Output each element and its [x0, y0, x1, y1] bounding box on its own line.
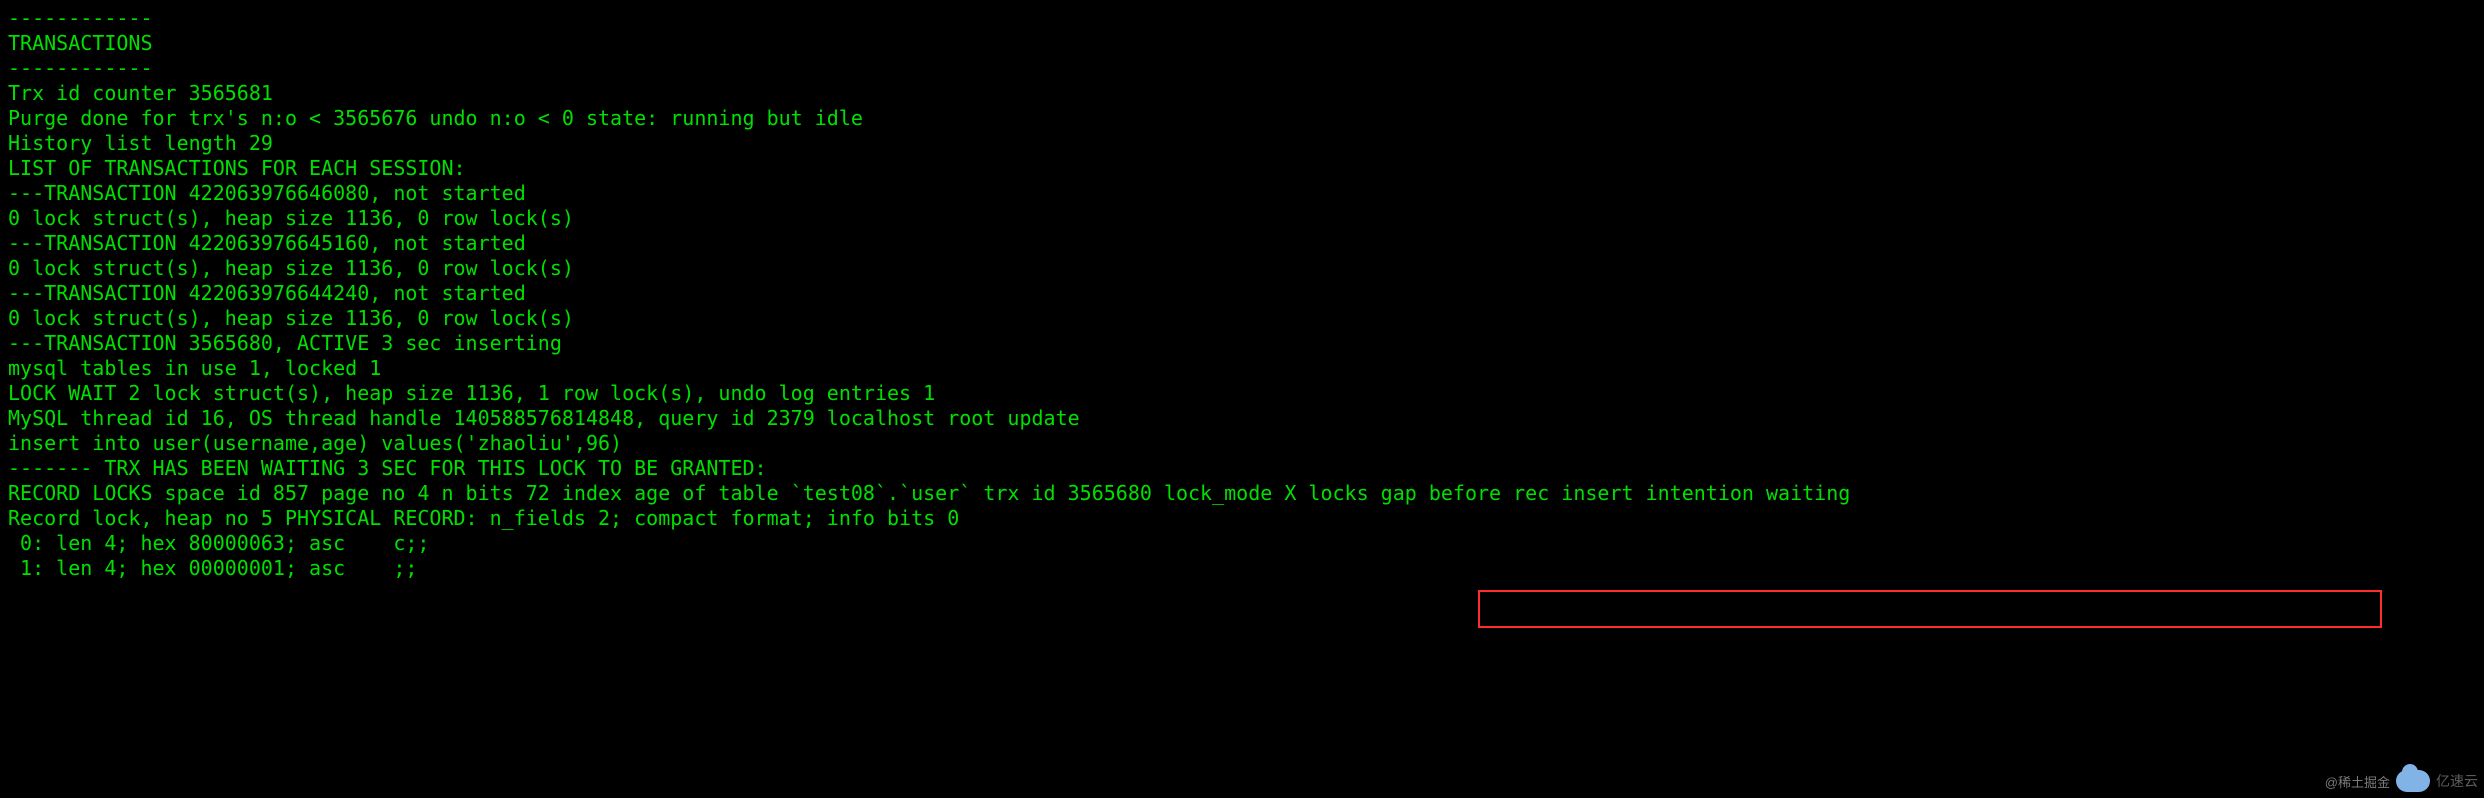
terminal-line: LIST OF TRANSACTIONS FOR EACH SESSION: [8, 156, 2476, 181]
terminal-line: insert into user(username,age) values('z… [8, 431, 2476, 456]
annotation-arrow [0, 589, 2484, 798]
terminal-line: 1: len 4; hex 00000001; asc ;; [8, 556, 2476, 581]
terminal-line: 0: len 4; hex 80000063; asc c;; [8, 531, 2476, 556]
terminal-line: MySQL thread id 16, OS thread handle 140… [8, 406, 2476, 431]
terminal-line: TRANSACTIONS [8, 31, 2476, 56]
terminal-line: 0 lock struct(s), heap size 1136, 0 row … [8, 306, 2476, 331]
highlight-box [1478, 590, 2382, 628]
terminal-line: RECORD LOCKS space id 857 page no 4 n bi… [8, 481, 2476, 506]
terminal-line: ------- TRX HAS BEEN WAITING 3 SEC FOR T… [8, 456, 2476, 481]
terminal-line: ---TRANSACTION 3565680, ACTIVE 3 sec ins… [8, 331, 2476, 356]
cloud-icon [2396, 770, 2430, 792]
watermark-left-text: @稀土掘金 [2325, 772, 2390, 791]
terminal-line: ------------ [8, 6, 2476, 31]
terminal-line: mysql tables in use 1, locked 1 [8, 356, 2476, 381]
terminal-line: Record lock, heap no 5 PHYSICAL RECORD: … [8, 506, 2476, 531]
terminal-line: ---TRANSACTION 422063976644240, not star… [8, 281, 2476, 306]
terminal-line: LOCK WAIT 2 lock struct(s), heap size 11… [8, 381, 2476, 406]
terminal-line: Purge done for trx's n:o < 3565676 undo … [8, 106, 2476, 131]
terminal-output: ------------TRANSACTIONS------------Trx … [0, 0, 2484, 589]
watermark: @稀土掘金 亿速云 [2325, 770, 2478, 792]
terminal-line: ---TRANSACTION 422063976646080, not star… [8, 181, 2476, 206]
watermark-right-text: 亿速云 [2436, 771, 2478, 791]
terminal-line: History list length 29 [8, 131, 2476, 156]
terminal-line: ------------ [8, 56, 2476, 81]
terminal-line: 0 lock struct(s), heap size 1136, 0 row … [8, 206, 2476, 231]
terminal-line: Trx id counter 3565681 [8, 81, 2476, 106]
terminal-line: 0 lock struct(s), heap size 1136, 0 row … [8, 256, 2476, 281]
terminal-line: ---TRANSACTION 422063976645160, not star… [8, 231, 2476, 256]
